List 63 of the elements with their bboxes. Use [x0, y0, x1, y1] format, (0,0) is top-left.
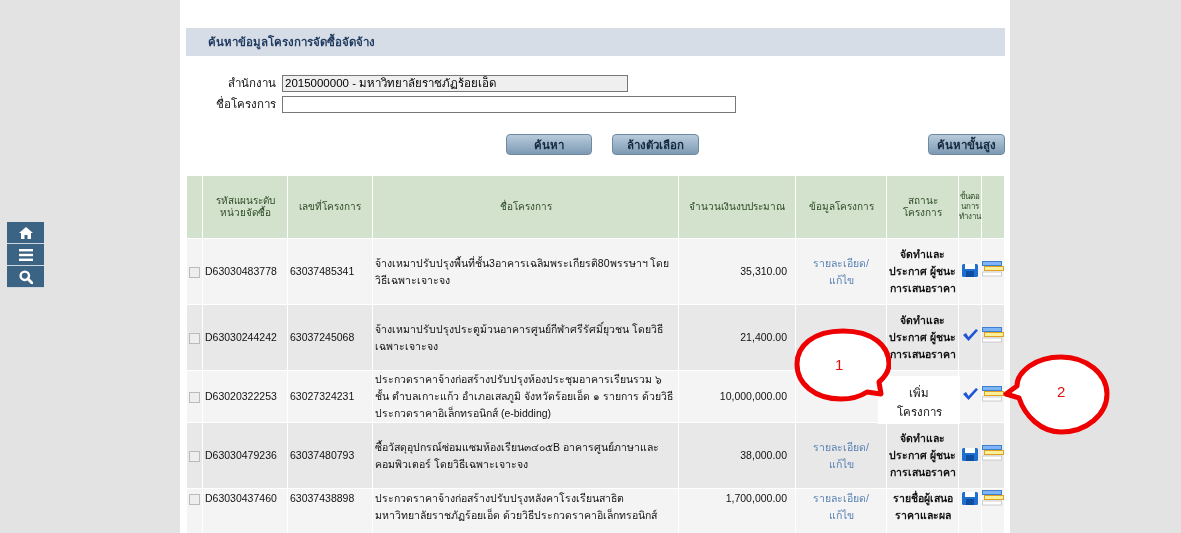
table-cell: จ้างเหมาปรับปรุงประตูม้วนอาคารศูนย์กีฬาศรีรัศมิ์ยุวชน โดยวิธีเฉพาะเจาะจง [372, 304, 679, 371]
callout-number: 1 [835, 356, 844, 373]
column-header: ขั้นตอนการทำงาน [958, 175, 982, 239]
table-cell: D63020322253 [202, 370, 288, 423]
column-header: ชื่อโครงการ [372, 175, 679, 239]
table-cell: จัดทำและประกาศ ผู้ชนะการเสนอราคา [886, 422, 959, 489]
home-button[interactable] [7, 222, 44, 244]
table-cell: D63030437460 [202, 488, 288, 533]
menu-icon [18, 248, 33, 261]
search-icon [18, 269, 33, 284]
row-checkbox[interactable] [189, 266, 200, 278]
table-cell: 21,400.00 [678, 304, 796, 371]
save-icon[interactable] [962, 445, 978, 461]
list-icon[interactable] [982, 386, 1004, 402]
table-cell: 63037480793 [287, 422, 373, 489]
tooltip-text: โครงการ [896, 404, 942, 420]
table-cell: จัดทำและประกาศ ผู้ชนะการเสนอราคา [886, 304, 959, 371]
field-label: ชื่อโครงการ [215, 95, 276, 112]
field-label: สำนักงาน [227, 76, 276, 91]
table-cell: ประกวดราคาจ้างก่อสร้างปรับปรุงห้องประชุมอาคารเรียนรวม ๖ ชั้น ตำบลเกาะแก้ว อำเภอเสลภูมิ จังหวัดร้อยเอ็ด ๑ รายการ ด้วยวิธีประกวดราคาอิเล็กทรอนิกส์ (e-bidding) [372, 370, 679, 423]
column-header: เลขที่โครงการ [287, 175, 373, 239]
table-cell: 63037245068 [287, 304, 373, 371]
row-checkbox[interactable] [189, 332, 200, 344]
table-cell: จัดทำและประกาศ ผู้ชนะการเสนอราคา [886, 238, 959, 305]
column-header: จำนวนเงินงบประมาณ [678, 175, 796, 239]
table-cell: ประกวดราคาจ้างก่อสร้างปรับปรุงหลังคาโรงเรียนสาธิตมหาวิทยาลัยราชภัฏร้อยเอ็ด ด้วยวิธีประกวดราคาอิเล็กทรอนิกส์ [372, 488, 679, 533]
table-cell: D63030244242 [202, 304, 288, 371]
table-cell: 63037438898 [287, 488, 373, 533]
table-cell: ซื้อวัสดุอุปกรณ์ซ่อมแซมห้องเรียน๓๔๐๕B อาคารศูนย์ภาษาและคอมพิวเตอร์ โดยวิธีเฉพาะเจาะจง [372, 422, 679, 489]
table-cell: 63027324231 [287, 370, 373, 423]
table-cell: D63030483778 [202, 238, 288, 305]
check-icon[interactable] [962, 329, 978, 341]
column-header: รหัสแผนระดับหน่วยจัดซื้อ [202, 175, 288, 239]
table-cell: รายชื่อผู้เสนอราคาและผล [886, 488, 959, 533]
table-cell: D63030479236 [202, 422, 288, 489]
tooltip-text: เพิ่ม [909, 385, 929, 401]
table-cell: จ้างเหมาปรับปรุงพื้นที่ชั้น3อาคารเฉลิมพระเกียรติ80พรรษาฯ โดยวิธีเฉพาะเจาะจง [372, 238, 679, 305]
row-checkbox[interactable] [189, 450, 200, 462]
column-header: สถานะโครงการ [886, 175, 959, 239]
list-icon[interactable] [982, 261, 1004, 277]
table-cell: 35,310.00 [678, 238, 796, 305]
list-icon[interactable] [982, 445, 1004, 461]
table-cell: 38,000.00 [678, 422, 796, 489]
row-checkbox[interactable] [189, 493, 200, 505]
list-icon[interactable] [982, 327, 1004, 343]
advanced-search-button[interactable]: ค้นหาขั้นสูง [928, 134, 1005, 155]
save-icon[interactable] [962, 261, 978, 277]
search-button[interactable]: ค้นหา [506, 134, 592, 155]
callout-number: 2 [1057, 383, 1066, 400]
row-checkbox[interactable] [189, 391, 200, 403]
input-field[interactable] [282, 95, 736, 113]
home-icon [18, 226, 33, 239]
column-header: ข้อมูลโครงการ [795, 175, 887, 239]
list-icon[interactable] [982, 490, 1004, 506]
save-icon[interactable] [962, 490, 978, 505]
search-button[interactable] [7, 266, 44, 288]
check-icon[interactable] [962, 388, 978, 400]
menu-button[interactable] [7, 244, 44, 266]
table-cell: 63037485341 [287, 238, 373, 305]
clear-button[interactable]: ล้างตัวเลือก [612, 134, 699, 155]
panel-title: ค้นหาข้อมูลโครงการจัดซื้อจัดจ้าง [186, 28, 1005, 56]
table-cell: 1,700,000.00 [678, 488, 796, 533]
table-cell: 10,000,000.00 [678, 370, 796, 423]
